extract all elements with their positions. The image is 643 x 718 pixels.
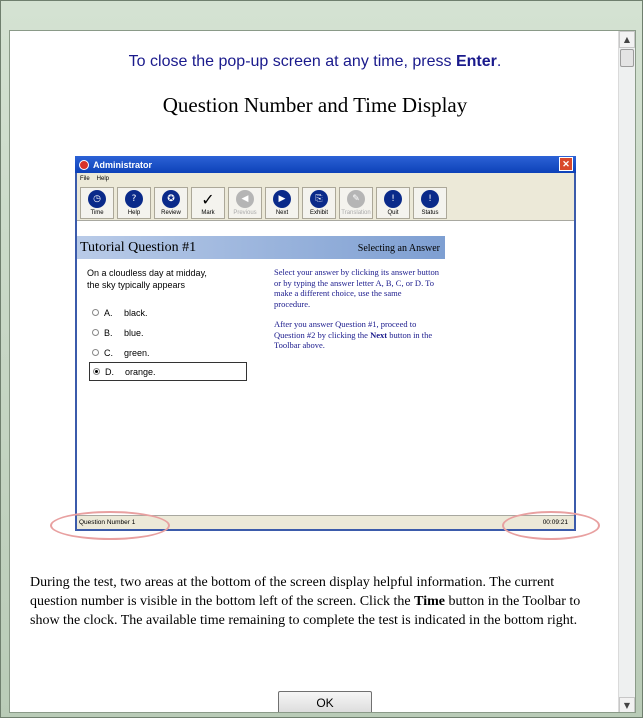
instruction-1: Select your answer by clicking its answe… xyxy=(274,267,440,309)
highlight-time-remaining xyxy=(502,511,600,540)
checkmark-icon: ✓ xyxy=(201,189,215,209)
question-header: Tutorial Question #1 Selecting an Answer xyxy=(77,236,445,259)
tutorial-screenshot: Administrator ✕ File Help ◷ Time? Help ✪ Rev… xyxy=(75,156,576,531)
highlight-question-number xyxy=(50,511,170,540)
instruction-2-bold: Next xyxy=(370,329,388,340)
toolbar-label-exhibit: Exhibit xyxy=(309,210,328,216)
clock-icon: ◷ xyxy=(88,190,106,208)
toolbar-button-next: ▶ Next xyxy=(265,187,299,219)
toolbar-button-previous: ◀ Previous xyxy=(228,187,262,219)
toolbar-button-translation: ✎ Translation xyxy=(339,187,373,219)
vertical-scrollbar[interactable]: ▲ ▼ xyxy=(618,31,635,712)
toolbar-label-help: Help xyxy=(127,210,141,216)
choice-letter: C. xyxy=(104,347,113,358)
toolbar-button-mark: ✓ Mark xyxy=(191,187,225,219)
radio-icon xyxy=(92,309,99,316)
answer-choice: C. green. xyxy=(89,343,247,362)
screenshot-menu-bar: File Help xyxy=(77,173,574,185)
ok-button[interactable]: OK xyxy=(278,691,372,712)
toolbar-label-review: Review xyxy=(161,210,181,216)
question-title: Tutorial Question #1 xyxy=(80,240,197,255)
radio-icon xyxy=(93,368,100,375)
menu-help: Help xyxy=(96,176,110,182)
quit-icon: ! xyxy=(384,190,402,208)
app-logo-icon xyxy=(79,159,89,170)
toolbar-button-review: ✪ Review xyxy=(154,187,188,219)
toolbar-button-time: ◷ Time xyxy=(80,187,114,219)
previous-icon: ◀ xyxy=(236,190,254,208)
radio-icon xyxy=(92,349,99,356)
choice-letter: A. xyxy=(104,307,113,318)
toolbar-button-quit: ! Quit xyxy=(376,187,410,219)
toolbar-button-exhibit: ⎘ Exhibit xyxy=(302,187,336,219)
choice-letter: B. xyxy=(104,327,113,338)
stem-line-2: the sky typically appears xyxy=(87,280,186,290)
question-subtitle: Selecting an Answer xyxy=(357,243,440,254)
translation-icon: ✎ xyxy=(347,190,365,208)
help-icon: ? xyxy=(125,190,143,208)
review-icon: ✪ xyxy=(162,190,180,208)
choice-text: black. xyxy=(124,307,148,318)
answer-choice: D. orange. xyxy=(89,362,247,381)
scroll-thumb[interactable] xyxy=(620,49,634,67)
choice-text: orange. xyxy=(125,366,156,377)
toolbar-label-next: Next xyxy=(275,210,289,216)
explanation-bold-time: Time xyxy=(414,594,446,609)
toolbar-button-status: ! Status xyxy=(413,187,447,219)
radio-icon xyxy=(92,329,99,336)
screenshot-window-title: Administrator xyxy=(93,159,153,170)
choice-text: blue. xyxy=(124,327,144,338)
popup-content: ▲ ▼ To close the pop-up screen at any ti… xyxy=(9,30,636,713)
toolbar-label-status: Status xyxy=(421,210,439,216)
enter-key-label: Enter xyxy=(455,53,497,70)
instruction-2: After you answer Question #1, proceed to… xyxy=(274,319,439,351)
choice-letter: D. xyxy=(105,366,114,377)
toolbar-label-translation: Translation xyxy=(341,210,371,216)
toolbar-label-previous: Previous xyxy=(233,210,257,216)
popup-window: ▲ ▼ To close the pop-up screen at any ti… xyxy=(0,0,643,718)
question-stem: On a cloudless day at midday, the sky ty… xyxy=(87,267,257,291)
close-instruction: To close the pop-up screen at any time, … xyxy=(10,53,620,71)
instructions: Select your answer by clicking its answe… xyxy=(274,267,439,361)
toolbar-label-mark: Mark xyxy=(201,210,215,216)
page-title: Question Number and Time Display xyxy=(162,93,468,117)
close-instruction-suffix: . xyxy=(496,53,502,70)
stem-line-1: On a cloudless day at midday, xyxy=(87,268,207,278)
status-icon: ! xyxy=(421,190,439,208)
choice-text: green. xyxy=(124,347,150,358)
menu-file: File xyxy=(80,176,90,182)
next-icon: ▶ xyxy=(273,190,291,208)
toolbar-button-help: ? Help xyxy=(117,187,151,219)
exhibit-icon: ⎘ xyxy=(310,190,328,208)
explanation-text: During the test, two areas at the bottom… xyxy=(30,573,602,630)
close-instruction-prefix: To close the pop-up screen at any time, … xyxy=(128,53,456,70)
answer-choice: A. black. xyxy=(89,303,247,322)
close-icon: ✕ xyxy=(559,157,573,171)
screenshot-title-bar: Administrator xyxy=(75,156,576,173)
scroll-up-icon[interactable]: ▲ xyxy=(619,31,635,48)
scroll-down-icon[interactable]: ▼ xyxy=(619,697,635,712)
toolbar-label-quit: Quit xyxy=(387,210,399,216)
toolbar-label-time: Time xyxy=(90,210,104,216)
answer-choice: B. blue. xyxy=(89,323,247,342)
screenshot-toolbar: ◷ Time? Help ✪ Review ✓ Mark ◀ Previous ▶ Next ⎘ Exh… xyxy=(77,185,574,221)
